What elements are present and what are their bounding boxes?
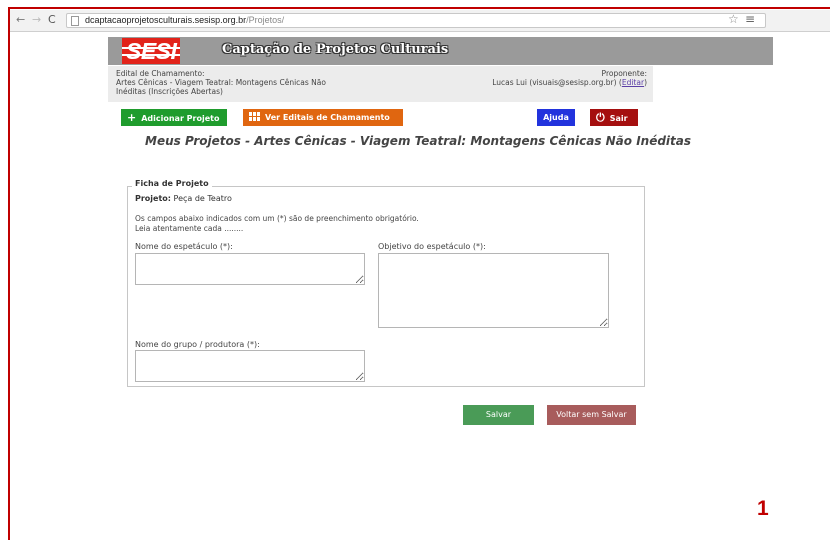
required-note: Os campos abaixo indicados com um (*) sã… <box>135 214 419 223</box>
plus-icon: + <box>127 111 137 124</box>
grid-icon <box>249 112 260 121</box>
proponente-user: Lucas Lui (visuais@sesisp.org.br) (Edita… <box>492 78 647 87</box>
exit-button[interactable]: ⏻ Sair <box>590 109 638 126</box>
power-icon: ⏻ <box>596 111 605 124</box>
show-name-label: Nome do espetáculo (*): <box>135 242 233 251</box>
logo-stripe <box>122 47 181 49</box>
frame-top-border <box>8 7 830 9</box>
proponente-name: Lucas Lui (visuais@sesisp.org.br) <box>492 78 617 87</box>
edit-profile-link[interactable]: Editar <box>622 78 644 87</box>
address-bar[interactable]: dcaptacaoprojetosculturais.sesisp.org.br… <box>66 13 766 28</box>
site-header: SESI Captação de Projetos Culturais <box>108 37 773 65</box>
add-project-label: Adicionar Projeto <box>141 114 220 123</box>
bookmark-star-icon[interactable]: ☆ <box>728 12 739 26</box>
save-button[interactable]: Salvar <box>463 405 534 425</box>
project-type-value: Peça de Teatro <box>173 194 232 203</box>
project-type: Projeto: Peça de Teatro <box>135 194 232 203</box>
frame-left-border <box>8 7 10 540</box>
browser-toolbar: ← → C dcaptacaoprojetosculturais.sesisp.… <box>10 10 830 32</box>
page-title: Meus Projetos - Artes Cênicas - Viagem T… <box>145 134 692 148</box>
url-host: dcaptacaoprojetosculturais.sesisp.org.br <box>85 15 247 25</box>
exit-label: Sair <box>609 114 628 123</box>
reload-icon[interactable]: C <box>48 14 56 26</box>
show-name-field[interactable] <box>135 253 365 285</box>
sesi-logo-text: SESI <box>126 38 177 64</box>
view-editais-label: Ver Editais de Chamamento <box>265 113 390 122</box>
url-text: dcaptacaoprojetosculturais.sesisp.org.br… <box>85 15 284 25</box>
add-project-button[interactable]: + Adicionar Projeto <box>121 109 227 126</box>
view-editais-button[interactable]: Ver Editais de Chamamento <box>243 109 403 126</box>
help-button[interactable]: Ajuda <box>537 109 575 126</box>
menu-icon[interactable]: ≡ <box>745 12 755 26</box>
forward-arrow-icon[interactable]: → <box>32 14 41 26</box>
site-title: Captação de Projetos Culturais <box>222 42 449 57</box>
show-objective-label: Objetivo do espetáculo (*): <box>378 242 486 251</box>
group-name-field[interactable] <box>135 350 365 382</box>
url-path: /Projetos/ <box>246 15 285 25</box>
sesi-logo: SESI <box>122 38 181 64</box>
page-number: 1 <box>757 497 769 520</box>
page-icon <box>71 16 79 26</box>
logo-stripe <box>122 54 181 56</box>
edital-text-continued: Inéditas (Inscrições Abertas) <box>116 87 223 96</box>
group-name-label: Nome do grupo / produtora (*): <box>135 340 260 349</box>
fieldset-legend: Ficha de Projeto <box>132 179 212 188</box>
project-type-label: Projeto: <box>135 194 171 203</box>
info-bar: Edital de Chamamento: Artes Cênicas - Vi… <box>108 66 653 102</box>
required-note-continued: Leia atentamente cada ........ <box>135 224 244 233</box>
show-objective-field[interactable] <box>378 253 609 328</box>
back-without-saving-button[interactable]: Voltar sem Salvar <box>547 405 636 425</box>
back-arrow-icon[interactable]: ← <box>16 14 25 26</box>
